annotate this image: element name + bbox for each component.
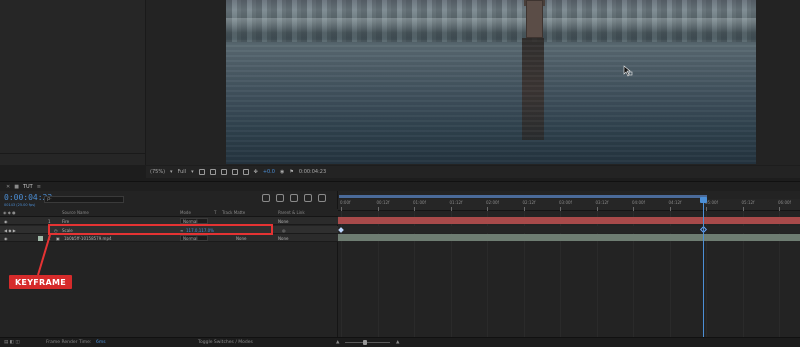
annotation-arrow (37, 234, 51, 276)
status-icons[interactable]: ▤ ◧ ◫ (4, 340, 20, 345)
zoom-slider-knob[interactable] (363, 340, 367, 345)
keyframe-callout-label: KEYFRAME (9, 275, 72, 289)
zoom-out-icon[interactable]: ▲ (336, 340, 339, 345)
render-time-value: 6ms (96, 340, 106, 345)
render-time-label: Frame Render Time: (46, 340, 92, 345)
zoom-in-icon[interactable]: ▲ (396, 340, 399, 345)
timeline-zoom-slider[interactable] (345, 342, 390, 343)
status-bar: ▤ ◧ ◫ Frame Render Time: 6ms Toggle Swit… (0, 337, 800, 347)
toggle-switches-modes-button[interactable]: Toggle Switches / Modes (198, 340, 253, 345)
